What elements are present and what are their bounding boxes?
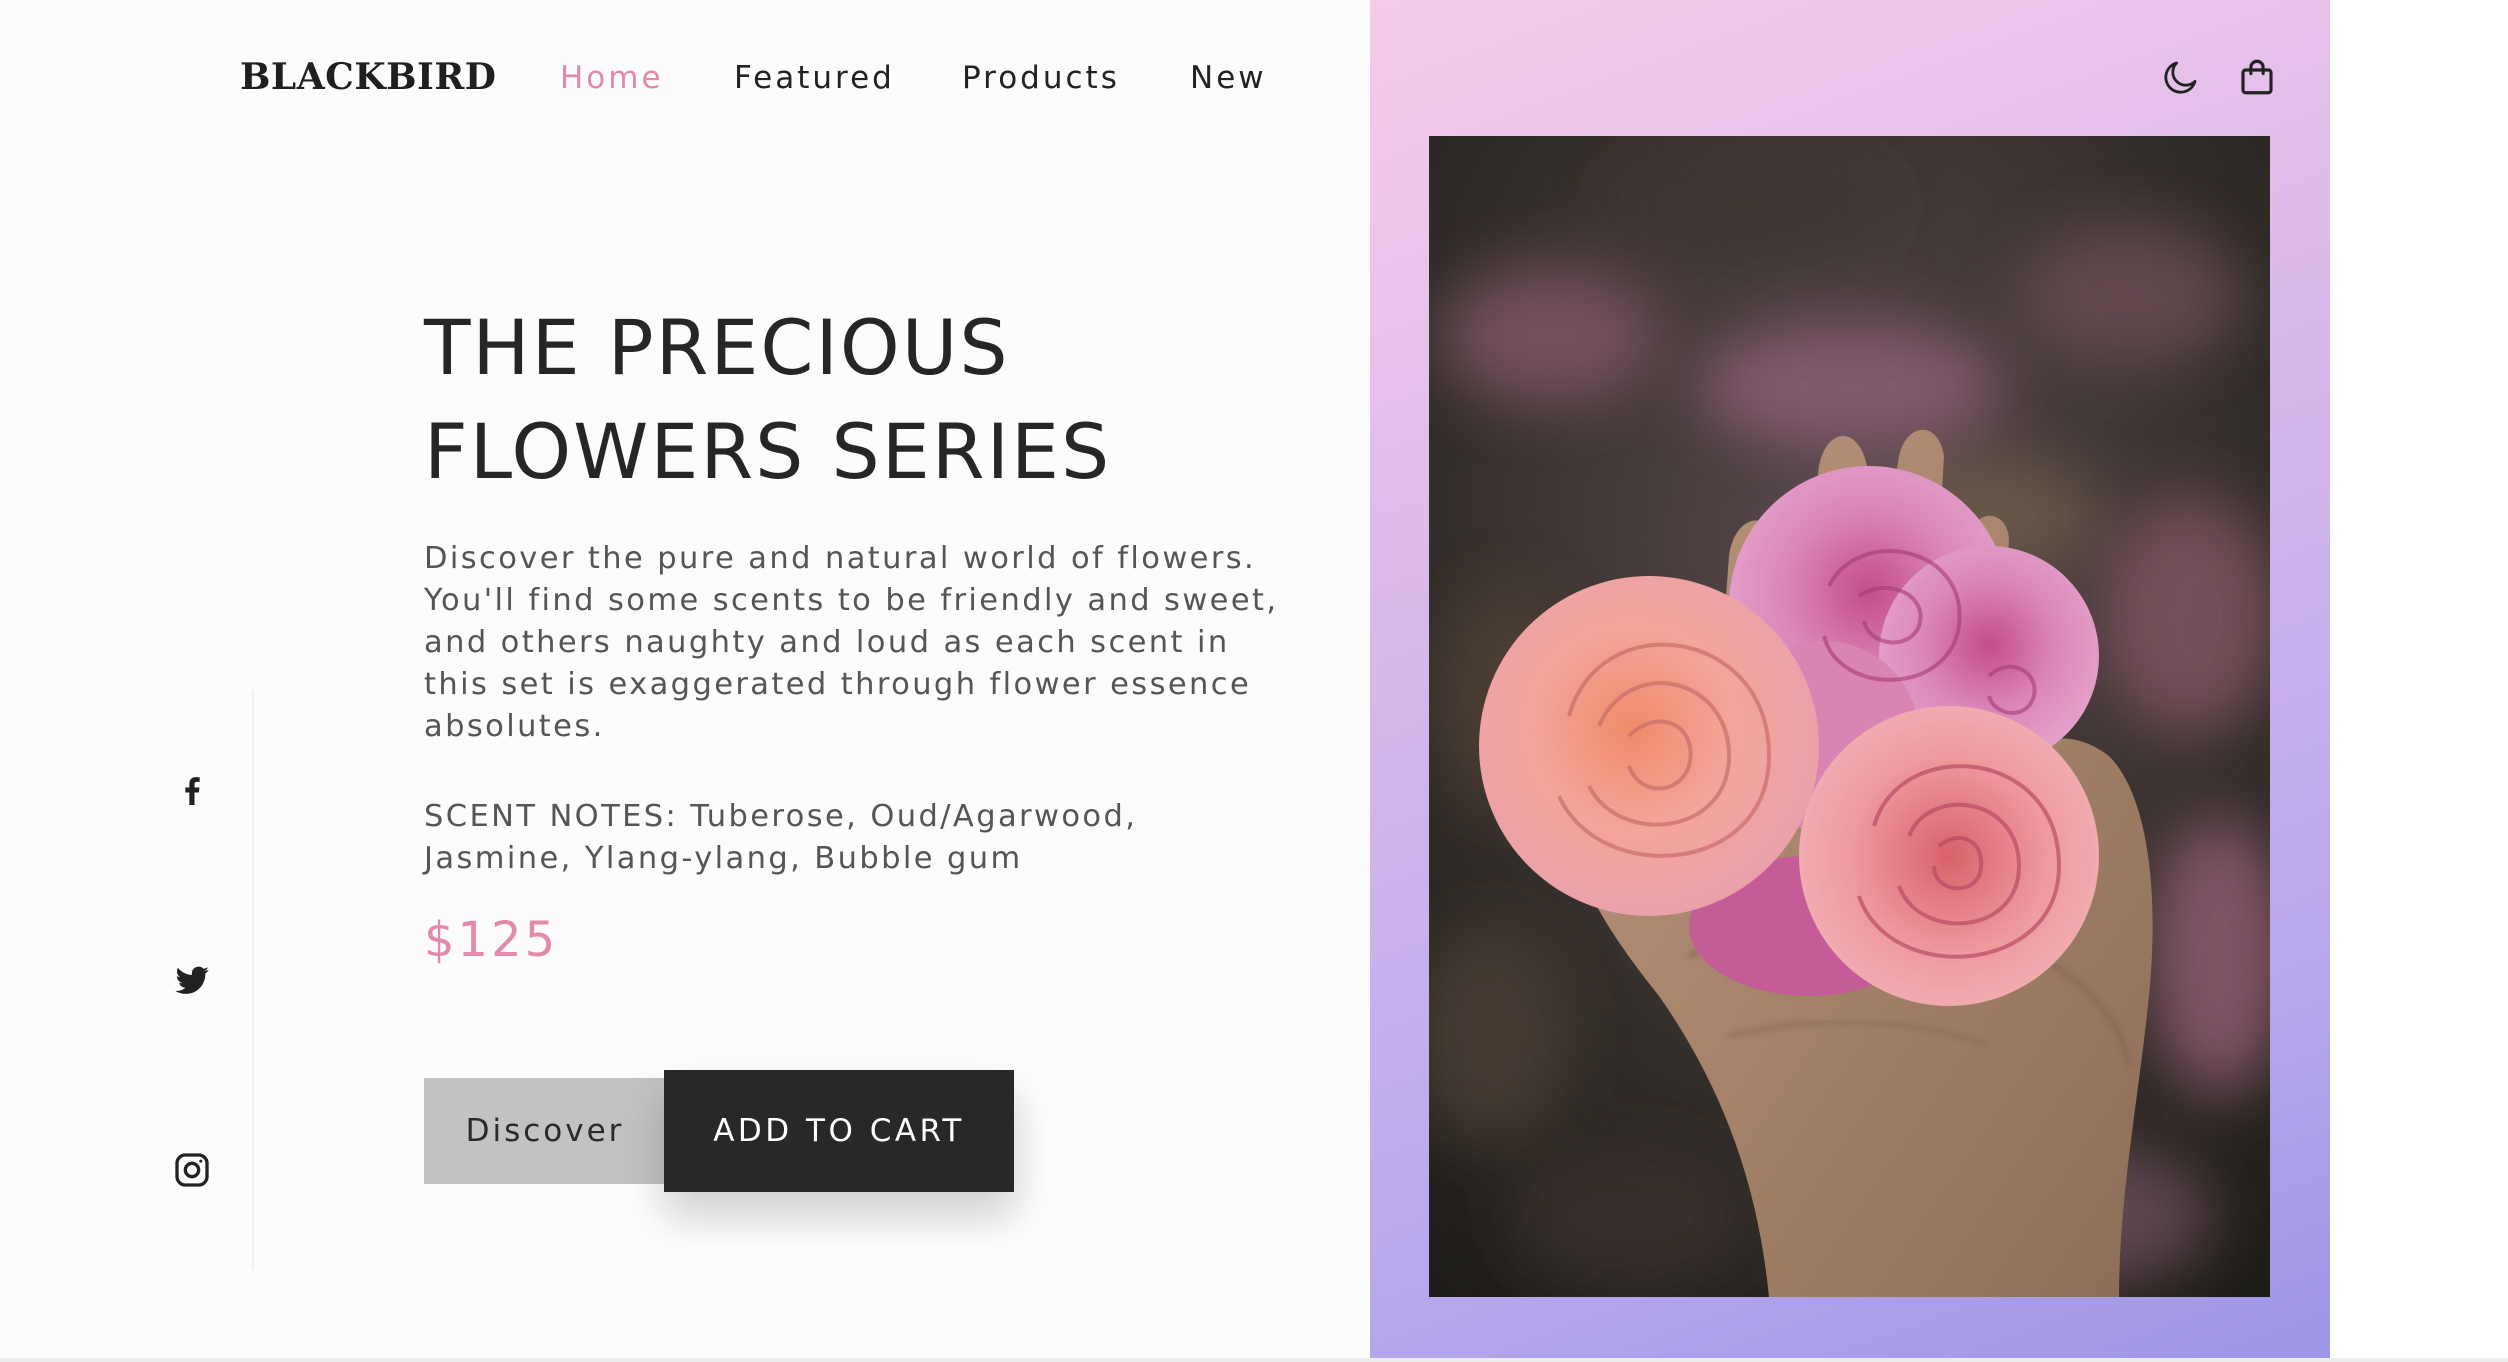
product-price: $125: [424, 912, 559, 968]
hero-description: Discover the pure and natural world of f…: [424, 538, 1284, 748]
page: BLACKBIRD Home Featured Products New THE…: [0, 0, 2508, 1362]
description-line: You'll find some scents to be friendly a…: [424, 583, 1279, 618]
right-margin: [2330, 0, 2508, 1362]
product-photo: [1429, 136, 2270, 1297]
twitter-icon[interactable]: [172, 960, 212, 1000]
nav-item-featured[interactable]: Featured: [734, 60, 895, 96]
description-line: this set is exaggerated through flower e…: [424, 667, 1252, 702]
description-line: Discover the pure and natural world of f…: [424, 541, 1257, 576]
shopping-bag-icon[interactable]: [2236, 56, 2278, 98]
bottom-divider: [0, 1358, 2508, 1362]
scent-notes: SCENT NOTES: Tuberose, Oud/Agarwood, Jas…: [424, 796, 1137, 880]
nav-item-new[interactable]: New: [1190, 60, 1267, 96]
scent-line: SCENT NOTES: Tuberose, Oud/Agarwood,: [424, 799, 1138, 834]
social-divider: [252, 690, 254, 1270]
rose-bouquet-image: [1429, 136, 2270, 1297]
facebook-icon[interactable]: [172, 770, 212, 810]
nav-item-home[interactable]: Home: [560, 60, 664, 96]
brand-logo[interactable]: BLACKBIRD: [240, 56, 497, 98]
add-to-cart-button[interactable]: ADD TO CART: [664, 1070, 1014, 1192]
moon-icon[interactable]: [2160, 56, 2202, 98]
scent-line: Jasmine, Ylang-ylang, Bubble gum: [424, 841, 1023, 876]
instagram-icon[interactable]: [172, 1150, 212, 1190]
description-line: and others naughty and loud as each scen…: [424, 625, 1230, 660]
nav-item-products[interactable]: Products: [962, 60, 1120, 96]
discover-button[interactable]: Discover: [424, 1078, 666, 1184]
description-line: absolutes.: [424, 709, 605, 744]
hero-title-line: THE PRECIOUS: [424, 303, 1010, 392]
hero-title-line: FLOWERS SERIES: [424, 407, 1112, 496]
hero-title: THE PRECIOUS FLOWERS SERIES: [424, 296, 1204, 504]
